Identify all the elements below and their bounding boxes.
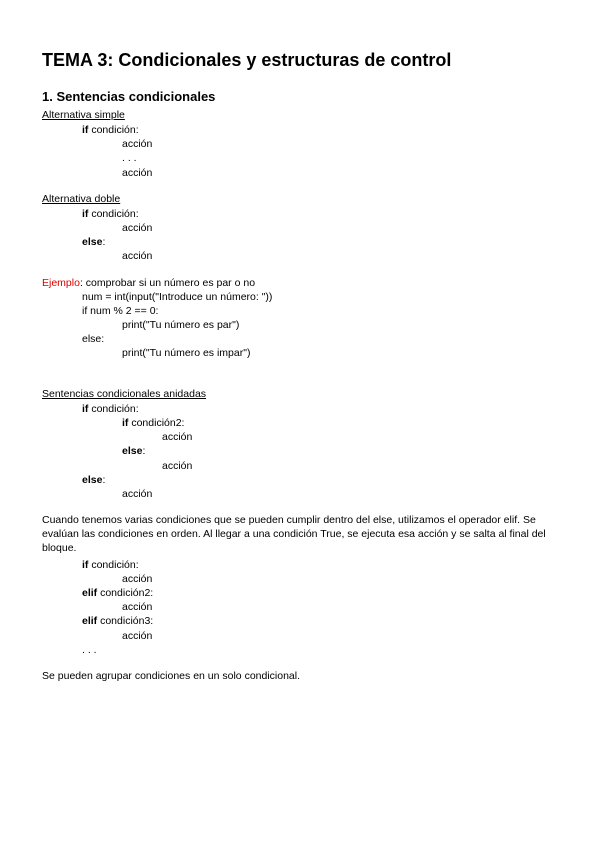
code-block-alt-simple: if condición: acción . . . acción (42, 123, 557, 180)
kw-elif: elif (82, 587, 100, 599)
text: condición: (91, 124, 138, 136)
code-block-anidadas: if condición: if condición2: acción else… (42, 402, 557, 501)
kw-if: if (82, 208, 91, 220)
code-block-elif: if condición: acción elif condición2: ac… (42, 558, 557, 657)
text: acción (42, 600, 557, 614)
text: . . . (42, 643, 557, 657)
text: acción (42, 249, 557, 263)
text: : (102, 236, 105, 248)
text: condición2: (100, 587, 153, 599)
text: num = int(input("Introduce un número: ")… (42, 290, 557, 304)
code-block-alt-doble: if condición: acción else: acción (42, 207, 557, 264)
kw-if: if (122, 417, 131, 429)
page-title: TEMA 3: Condicionales y estructuras de c… (42, 48, 557, 72)
kw-elif: elif (82, 615, 100, 627)
text: acción (42, 629, 557, 643)
subheading-alt-doble: Alternativa doble (42, 192, 557, 206)
text: print("Tu número es par") (42, 318, 557, 332)
text: condición3: (100, 615, 153, 627)
subheading-alt-simple: Alternativa simple (42, 108, 557, 122)
kw-else: else (122, 445, 142, 457)
text: if num % 2 == 0: (42, 304, 557, 318)
ejemplo-label: Ejemplo (42, 277, 80, 289)
section-heading: 1. Sentencias condicionales (42, 88, 557, 106)
code-block-ejemplo: num = int(input("Introduce un número: ")… (42, 290, 557, 361)
text: condición: (91, 403, 138, 415)
kw-if: if (82, 559, 91, 571)
text: print("Tu número es impar") (42, 346, 557, 360)
ejemplo-line: Ejemplo: comprobar si un número es par o… (42, 276, 557, 290)
text: acción (42, 487, 557, 501)
text: acción (42, 166, 557, 180)
subheading-anidadas: Sentencias condicionales anidadas (42, 387, 557, 401)
text: condición2: (131, 417, 184, 429)
paragraph-elif: Cuando tenemos varias condiciones que se… (42, 513, 557, 556)
text: condición: (91, 208, 138, 220)
text: : (102, 474, 105, 486)
kw-if: if (82, 124, 91, 136)
text: acción (42, 221, 557, 235)
text: acción (42, 137, 557, 151)
text: acción (42, 430, 557, 444)
kw-else: else (82, 236, 102, 248)
text: condición: (91, 559, 138, 571)
kw-if: if (82, 403, 91, 415)
text: . . . (42, 151, 557, 165)
text: : comprobar si un número es par o no (80, 277, 255, 289)
text: acción (42, 572, 557, 586)
text: : (142, 445, 145, 457)
paragraph-closing: Se pueden agrupar condiciones en un solo… (42, 669, 557, 683)
kw-else: else (82, 474, 102, 486)
text: else: (42, 332, 557, 346)
text: acción (42, 459, 557, 473)
